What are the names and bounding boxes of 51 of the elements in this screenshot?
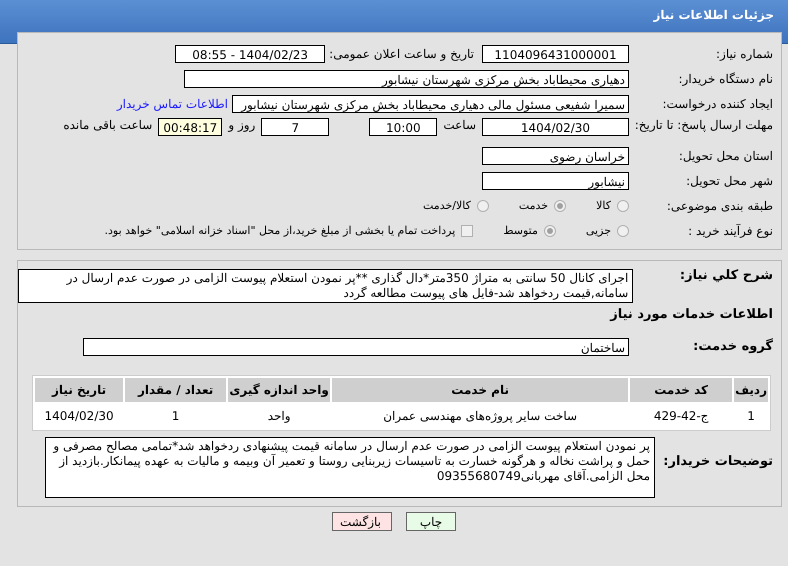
announce-date-field: 1404/02/23 - 08:55 <box>175 44 326 62</box>
back-button[interactable]: بازگشت <box>332 512 392 531</box>
option-label: خدمت <box>518 199 548 212</box>
deadline-date-field: 1404/02/30 <box>482 118 629 136</box>
radio-button[interactable] <box>617 224 629 236</box>
field-label: شهر محل تحویل: <box>685 174 773 188</box>
field-label: تاریخ و ساعت اعلان عمومی: <box>329 46 474 60</box>
radio-button[interactable] <box>554 200 566 212</box>
field-label: شماره نیاز: <box>715 46 773 60</box>
notes-textarea[interactable]: پر نمودن استعلام پیوست الزامی در صورت عدم ارسال در سامانه قیمت پیشنهادی ردخواهد شد*تمامی مصالح مصرفی و حمل و پراشت نخاله و هرگونه خسارت به تاسیسات زیربنایی روستا و تعمیر آن وبیمه و مالیات به عهده پیمانکار.بازدید از محل الزامی.آقای مهربانی09355680749 <box>45 437 655 498</box>
page-title: جزئیات اطلاعات نیاز <box>653 8 774 22</box>
buyer-field: دهیاری محیطاباد بخش مرکزی شهرستان نیشابور <box>184 70 629 88</box>
option-label: پرداخت تمام یا بخشی از مبلغ خرید،از محل "اسناد خزانه اسلامی" خواهد بود. <box>104 224 456 237</box>
field-label: مهلت ارسال پاسخ: تا تاریخ: <box>634 118 773 132</box>
column-header: تاریخ نیاز <box>35 378 124 402</box>
checkbox[interactable] <box>461 224 474 236</box>
field-label: گروه خدمت: <box>692 340 773 354</box>
remaining-time-field: 00:48:17 <box>158 118 222 136</box>
field-label: توضیحات خریدار: <box>662 453 773 469</box>
service-group-field: ساختمان <box>83 338 629 356</box>
field-label: نام دستگاه خریدار: <box>678 72 773 86</box>
column-header: تعداد / مقدار <box>125 378 226 402</box>
section-title: اطلاعات خدمات مورد نیاز <box>608 306 774 324</box>
city-field: نیشابور <box>482 172 629 190</box>
field-label: شرح کلي نياز: <box>678 269 773 283</box>
print-button[interactable]: چاپ <box>406 512 456 531</box>
column-header: ردیف <box>734 378 768 402</box>
field-label: نوع فرآیند خرید : <box>687 224 773 238</box>
field-label: ساعت <box>443 118 476 132</box>
radio-button[interactable] <box>617 200 629 212</box>
province-field: خراسان رضوی <box>482 146 629 164</box>
field-label: ساعت باقی مانده <box>63 118 152 132</box>
column-header: نام خدمت <box>332 378 628 402</box>
need-number-field: 1104096431000001 <box>482 44 629 62</box>
option-label: متوسط <box>503 224 538 237</box>
field-label: استان محل تحویل: <box>678 148 773 162</box>
radio-button[interactable] <box>476 200 489 212</box>
days-field: 7 <box>261 118 330 136</box>
summary-textarea[interactable]: اجرای کانال 50 سانتی به متراژ 350متر*دال گذاری **پر نمودن استعلام پیوست الزامی در صورت عدم ارسال در سامانه,قیمت ردخواهد شد-فایل های پیوست مطالعه گردد <box>18 269 634 303</box>
field-label: طبقه بندی موضوعی: <box>666 198 773 212</box>
column-header: کد خدمت <box>630 378 732 402</box>
deadline-time-field: 10:00 <box>369 118 438 136</box>
option-label: جزیی <box>586 224 611 237</box>
column-header: واحد اندازه گیری <box>228 378 330 402</box>
buyer-contact-link[interactable]: اطلاعات تماس خریدار <box>116 96 228 110</box>
option-label: کالا/خدمت <box>423 199 471 212</box>
field-label: روز و <box>228 118 256 132</box>
requester-field: سمیرا شفیعی مسئول مالی دهیاری محیطاباد بخش مرکزی شهرستان نیشابور <box>232 94 629 112</box>
field-label: ایجاد کننده درخواست: <box>661 96 773 110</box>
radio-button[interactable] <box>544 224 556 236</box>
option-label: کالا <box>596 199 611 212</box>
